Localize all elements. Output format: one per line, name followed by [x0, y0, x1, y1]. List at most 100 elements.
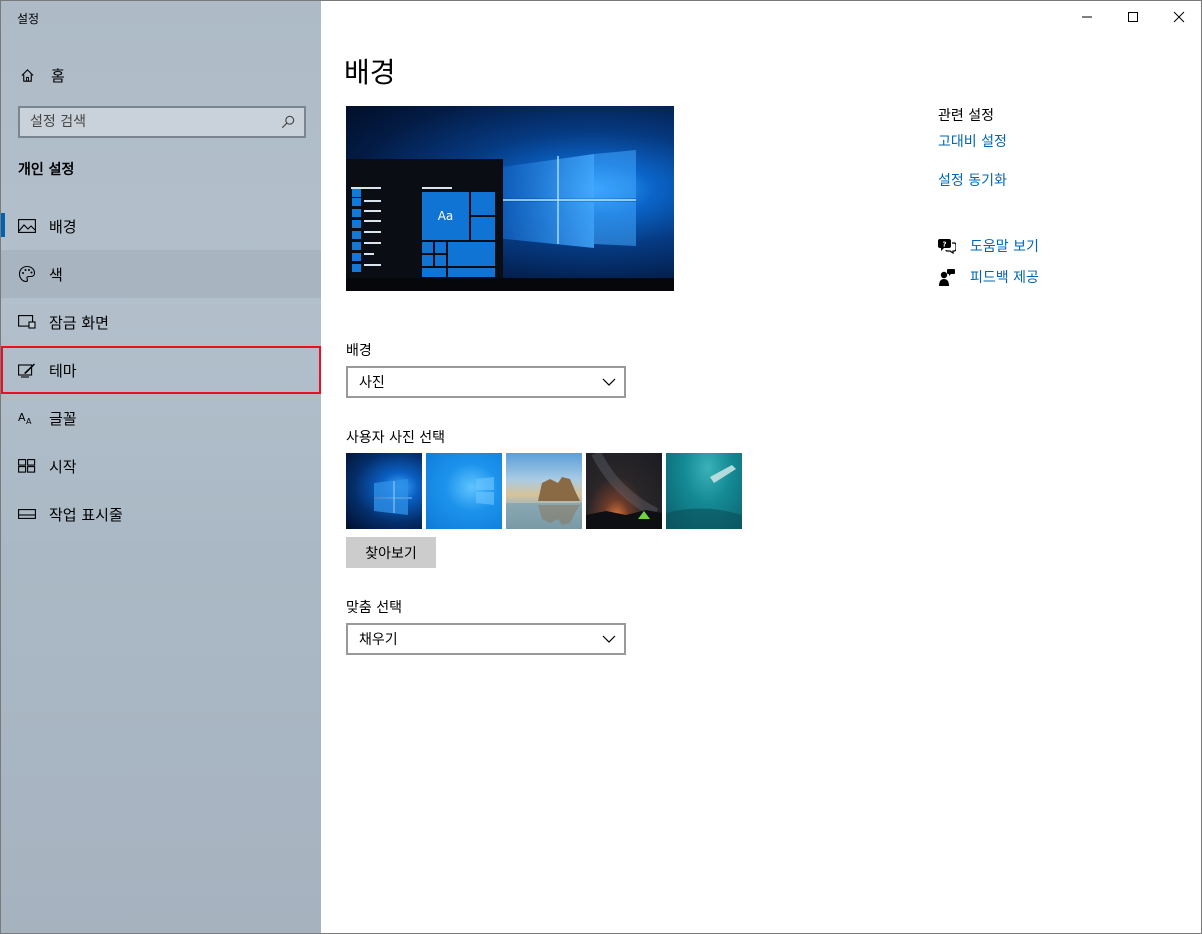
lock-screen-icon: [18, 313, 36, 331]
minimize-icon: [1082, 16, 1092, 18]
sidebar-item-lock-screen[interactable]: 잠금 화면: [1, 298, 321, 346]
night-sky-art: [586, 453, 662, 529]
sidebar-item-label: 테마: [49, 361, 77, 380]
fit-label: 맞춤 선택: [346, 600, 402, 616]
settings-window: 설정 홈 개인 설정 배경: [0, 0, 1202, 934]
svg-text:?: ?: [943, 241, 947, 249]
palette-icon: [18, 265, 36, 283]
start-menu-preview: Aa: [346, 159, 503, 278]
sidebar-item-themes[interactable]: 테마: [1, 346, 321, 394]
home-nav-item[interactable]: 홈: [1, 57, 321, 93]
picture-thumbnail[interactable]: [346, 453, 422, 529]
feedback-row[interactable]: 피드백 제공: [938, 267, 1039, 287]
feedback-person-icon: [938, 268, 956, 286]
preview-tile: [471, 217, 495, 240]
get-help-row[interactable]: ? 도움말 보기: [938, 236, 1039, 256]
sidebar-item-fonts[interactable]: AA 글꼴: [1, 394, 321, 442]
preview-tile-aa: Aa: [422, 192, 469, 240]
sidebar-item-taskbar[interactable]: 작업 표시줄: [1, 490, 321, 538]
choose-picture-label: 사용자 사진 선택: [346, 430, 446, 446]
chevron-down-icon: [602, 635, 616, 643]
preview-tile: [435, 255, 446, 266]
picture-thumbnail[interactable]: [426, 453, 502, 529]
menu-line: [364, 200, 381, 202]
app-square: [352, 189, 361, 197]
start-tiles-icon: [18, 457, 36, 475]
sidebar: 설정 홈 개인 설정 배경: [1, 1, 321, 933]
related-settings-title: 관련 설정: [938, 108, 994, 124]
background-dropdown[interactable]: 사진: [346, 366, 626, 398]
app-square: [352, 253, 361, 261]
background-preview: Aa: [346, 106, 674, 291]
search-icon[interactable]: [280, 114, 296, 130]
preview-tile: [448, 268, 495, 277]
menu-line: [364, 253, 374, 255]
picture-thumbnail[interactable]: [506, 453, 582, 529]
windows-logo-art: [374, 479, 412, 515]
svg-text:A: A: [26, 417, 32, 425]
app-square: [352, 220, 361, 228]
picture-thumbnail[interactable]: [666, 453, 742, 529]
preview-tile: [471, 192, 495, 215]
home-label: 홈: [51, 66, 65, 85]
minimize-button[interactable]: [1064, 1, 1110, 33]
sidebar-nav: 배경 색 잠금 화면 테마 A A 글꼴 시작 작업 표시줄: [1, 202, 321, 538]
sidebar-item-background[interactable]: 배경: [1, 202, 321, 250]
menu-line: [364, 231, 381, 233]
menu-line: [364, 220, 381, 222]
beach-rock-art: [506, 477, 582, 529]
menu-line: [364, 210, 381, 212]
menu-line: [364, 242, 381, 244]
picture-thumbnail[interactable]: [586, 453, 662, 529]
sidebar-item-label: 배경: [49, 217, 77, 236]
feedback-link[interactable]: 피드백 제공: [970, 267, 1039, 287]
search-input[interactable]: [30, 114, 280, 130]
app-square: [352, 209, 361, 217]
help-chat-icon: ?: [938, 237, 956, 255]
windows-logo-art: [476, 477, 494, 505]
home-icon: [19, 67, 35, 83]
background-dropdown-value: 사진: [359, 375, 385, 391]
search-box[interactable]: [18, 106, 306, 138]
sidebar-item-label: 잠금 화면: [49, 313, 109, 332]
fit-dropdown[interactable]: 채우기: [346, 623, 626, 655]
preview-taskbar: [346, 278, 674, 291]
picture-icon: [18, 217, 36, 235]
app-title: 설정: [17, 12, 40, 26]
preview-tile: [422, 242, 433, 253]
page-title: 배경: [344, 56, 396, 89]
sidebar-item-color[interactable]: 색: [1, 250, 321, 298]
theme-brush-icon: [18, 361, 36, 379]
font-icon: AA: [18, 409, 36, 427]
app-square: [352, 198, 361, 206]
sidebar-item-label: 글꼴: [49, 409, 77, 428]
browse-button[interactable]: 찾아보기: [346, 537, 436, 568]
picture-thumbnails: [346, 453, 742, 529]
preview-tile: [422, 268, 446, 277]
sidebar-item-label: 색: [49, 265, 63, 284]
maximize-icon: [1128, 12, 1138, 22]
maximize-button[interactable]: [1110, 1, 1156, 33]
underwater-swimmer-art: [666, 465, 742, 529]
menu-line: [422, 187, 452, 189]
background-label: 배경: [346, 343, 372, 359]
fit-dropdown-value: 채우기: [359, 632, 398, 648]
taskbar-icon: [18, 505, 36, 523]
sidebar-item-start[interactable]: 시작: [1, 442, 321, 490]
get-help-link[interactable]: 도움말 보기: [970, 236, 1039, 256]
menu-line: [364, 264, 381, 266]
app-square: [352, 242, 361, 250]
close-icon: [1173, 11, 1185, 23]
related-settings: 관련 설정: [938, 105, 994, 125]
preview-tile: [448, 242, 495, 266]
menu-line: [351, 187, 381, 189]
section-heading: 개인 설정: [18, 162, 75, 178]
sidebar-item-label: 작업 표시줄: [49, 505, 123, 524]
high-contrast-link[interactable]: 고대비 설정: [938, 131, 1007, 151]
close-button[interactable]: [1156, 1, 1201, 33]
chevron-down-icon: [602, 378, 616, 386]
preview-tile: [422, 255, 433, 266]
sync-settings-link[interactable]: 설정 동기화: [938, 170, 1007, 190]
app-square: [352, 231, 361, 239]
svg-text:A: A: [18, 411, 26, 424]
